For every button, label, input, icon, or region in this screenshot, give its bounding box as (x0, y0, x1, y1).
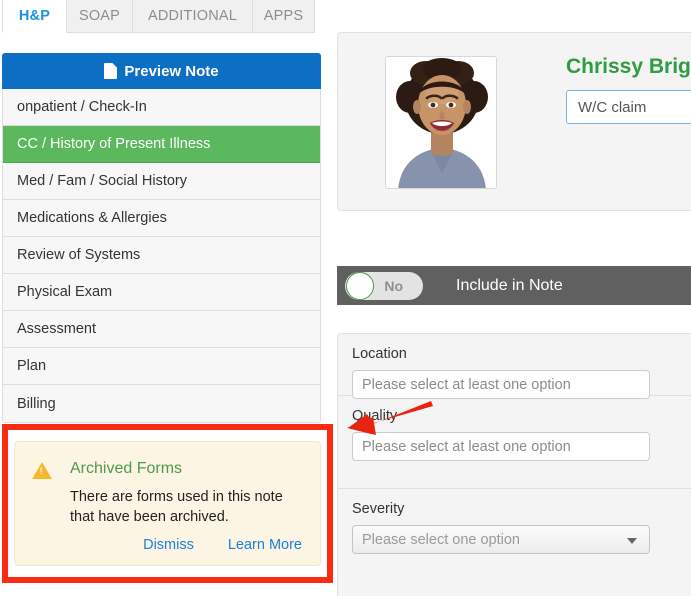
tab-soap-label: SOAP (78, 8, 121, 24)
location-label: Location (352, 346, 407, 362)
note-tab-bar: H&P SOAP ADDITIONAL APPS (2, 0, 315, 33)
include-in-note-label: Include in Note (456, 276, 563, 294)
quality-label: Quality (352, 408, 398, 424)
left-panel: H&P SOAP ADDITIONAL APPS Preview Note on… (0, 0, 335, 596)
sidebar-item-onpatient-checkin[interactable]: onpatient / Check-In (3, 89, 320, 126)
tab-hp[interactable]: H&P (2, 0, 67, 33)
tab-apps-label: APPS (263, 8, 304, 24)
sidebar-item-label: Med / Fam / Social History (17, 173, 188, 189)
sidebar-item-review-of-systems[interactable]: Review of Systems (3, 237, 320, 274)
learn-more-link[interactable]: Learn More (228, 537, 302, 553)
sidebar-item-plan[interactable]: Plan (3, 348, 320, 385)
sidebar-item-assessment[interactable]: Assessment (3, 311, 320, 348)
warning-triangle-icon (32, 462, 52, 479)
sidebar-item-label: onpatient / Check-In (17, 99, 147, 115)
tab-soap[interactable]: SOAP (67, 0, 133, 33)
severity-select-value: Please select one option (362, 531, 520, 548)
archived-forms-alert: Archived Forms There are forms used in t… (14, 441, 321, 566)
severity-select[interactable]: Please select one option (352, 525, 650, 554)
sidebar-item-label: Physical Exam (17, 284, 113, 300)
sidebar-item-cc-hpi[interactable]: CC / History of Present Illness (3, 126, 320, 163)
severity-label: Severity (352, 501, 405, 517)
patient-header-card: Chrissy Brigh W/C claim (337, 32, 691, 211)
chevron-down-icon (627, 538, 637, 544)
right-panel: Chrissy Brigh W/C claim No Include in No… (335, 0, 691, 596)
toggle-state-label: No (384, 277, 403, 294)
alert-message: There are forms used in this note that h… (70, 489, 283, 525)
preview-note-label: Preview Note (124, 62, 219, 80)
sidebar-item-label: Review of Systems (17, 247, 141, 263)
dismiss-link[interactable]: Dismiss (143, 537, 194, 553)
toggle-knob (346, 271, 374, 300)
document-icon (104, 63, 118, 79)
sidebar-item-label: Medications & Allergies (17, 210, 167, 226)
include-in-note-bar: No Include in Note (337, 266, 691, 305)
field-group-location: Location Please select at least one opti… (338, 334, 691, 399)
alert-title: Archived Forms (70, 460, 183, 477)
tab-apps[interactable]: APPS (253, 0, 315, 33)
patient-name: Chrissy Brigh (566, 55, 691, 78)
quality-input[interactable]: Please select at least one option (352, 432, 650, 461)
sidebar-item-billing[interactable]: Billing (3, 385, 320, 422)
sidebar-item-label: Plan (17, 358, 47, 374)
tab-hp-label: H&P (18, 8, 51, 24)
tab-additional[interactable]: ADDITIONAL (133, 0, 253, 33)
sidebar-item-label: CC / History of Present Illness (17, 136, 211, 152)
alert-actions: Dismiss Learn More (143, 537, 302, 553)
claim-input[interactable]: W/C claim (566, 90, 691, 124)
sidebar-item-med-fam-social[interactable]: Med / Fam / Social History (3, 163, 320, 200)
location-input[interactable]: Please select at least one option (352, 370, 650, 399)
app-screen: H&P SOAP ADDITIONAL APPS Preview Note on… (0, 0, 691, 596)
tab-additional-label: ADDITIONAL (147, 8, 237, 24)
include-in-note-toggle[interactable]: No (345, 271, 423, 300)
sidebar-item-label: Billing (17, 395, 56, 412)
field-group-quality: Quality Please select at least one optio… (338, 396, 691, 489)
sidebar-item-physical-exam[interactable]: Physical Exam (3, 274, 320, 311)
preview-note-button[interactable]: Preview Note (2, 53, 321, 89)
note-section-list: onpatient / Check-In CC / History of Pre… (2, 89, 321, 423)
hpi-form-panel: Location Please select at least one opti… (337, 333, 691, 596)
field-group-severity: Severity Please select one option (338, 489, 691, 568)
patient-photo (385, 56, 497, 189)
sidebar-item-label: Assessment (17, 321, 96, 337)
sidebar-item-medications-allergies[interactable]: Medications & Allergies (3, 200, 320, 237)
